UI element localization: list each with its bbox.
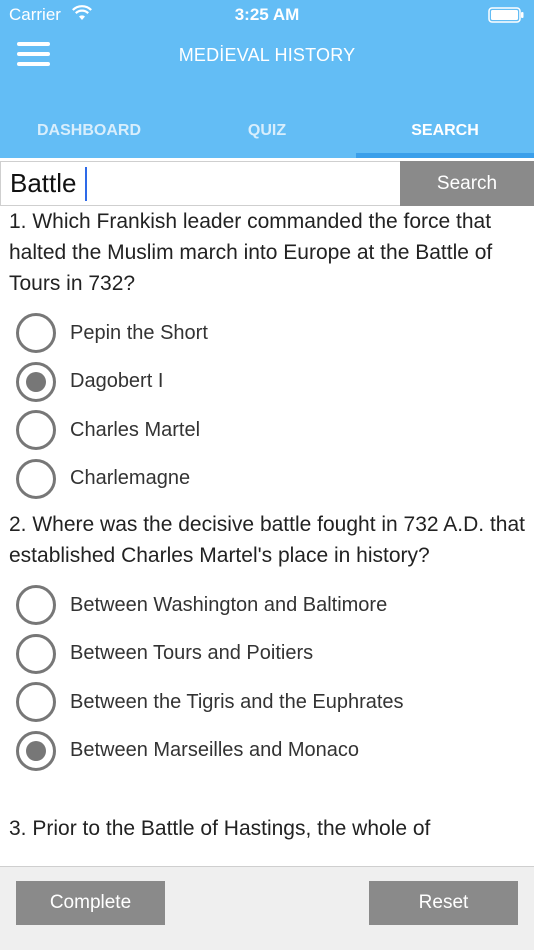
- answer-option[interactable]: Between Marseilles and Monaco: [9, 727, 526, 776]
- question-text: 1. Which Frankish leader commanded the f…: [9, 210, 493, 295]
- answer-options: Pepin the Short Dagobert I Charles Marte…: [9, 309, 526, 503]
- question-3: 3. Prior to the Battle of Hastings, the …: [0, 813, 534, 844]
- question-text: 3. Prior to the Battle of Hastings, the …: [9, 817, 431, 840]
- tab-dashboard[interactable]: DASHBOARD: [0, 108, 178, 158]
- answer-option[interactable]: Pepin the Short: [9, 309, 526, 358]
- option-label: Between the Tigris and the Euphrates: [70, 690, 404, 713]
- text-caret: [85, 167, 87, 201]
- radio-button-selected[interactable]: [16, 361, 56, 402]
- radio-button[interactable]: [16, 682, 56, 723]
- option-label: Between Marseilles and Monaco: [70, 739, 360, 762]
- answer-option[interactable]: Between the Tigris and the Euphrates: [9, 678, 526, 727]
- search-row: Search: [0, 161, 534, 206]
- search-input[interactable]: [0, 161, 400, 206]
- status-bar: Carrier 3:25 AM: [0, 0, 534, 30]
- tab-bar: DASHBOARD QUIZ SEARCH: [0, 108, 534, 158]
- search-button[interactable]: Search: [400, 161, 534, 206]
- answer-option[interactable]: Dagobert I: [9, 358, 526, 407]
- complete-button[interactable]: Complete: [16, 881, 165, 925]
- question-text: 2. Where was the decisive battle fought …: [9, 513, 525, 567]
- radio-button[interactable]: [16, 458, 56, 499]
- answer-option[interactable]: Between Washington and Baltimore: [9, 581, 526, 630]
- radio-button[interactable]: [16, 585, 56, 626]
- nav-bar: MEDİEVAL HISTORY: [0, 30, 534, 84]
- option-label: Between Tours and Poitiers: [70, 642, 314, 665]
- option-label: Dagobert I: [70, 370, 164, 393]
- battery-icon: [488, 7, 524, 23]
- radio-button[interactable]: [16, 410, 56, 451]
- bottom-action-bar: Complete Reset: [0, 866, 534, 950]
- radio-button-selected[interactable]: [16, 730, 56, 771]
- option-label: Charles Martel: [70, 418, 201, 441]
- radio-button[interactable]: [16, 633, 56, 674]
- answer-options: Between Washington and Baltimore Between…: [9, 581, 526, 775]
- option-label: Pepin the Short: [70, 321, 208, 344]
- answer-option[interactable]: Between Tours and Poitiers: [9, 630, 526, 679]
- status-time: 3:25 AM: [234, 5, 300, 24]
- answer-option[interactable]: Charles Martel: [9, 406, 526, 455]
- option-label: Between Washington and Baltimore: [70, 593, 388, 616]
- tab-quiz[interactable]: QUIZ: [178, 108, 356, 158]
- reset-button[interactable]: Reset: [369, 881, 518, 925]
- app-title: MEDİEVAL HISTORY: [178, 45, 356, 65]
- app-header: Carrier 3:25 AM MEDİEVAL HISTORY DASHBOA…: [0, 0, 534, 158]
- answer-option[interactable]: Charlemagne: [9, 455, 526, 504]
- results-list[interactable]: 1. Which Frankish leader commanded the f…: [0, 206, 534, 866]
- tab-search[interactable]: SEARCH: [356, 108, 534, 158]
- option-label: Charlemagne: [70, 467, 191, 490]
- radio-button[interactable]: [16, 313, 56, 354]
- question-2: 2. Where was the decisive battle fought …: [0, 509, 534, 813]
- question-1: 1. Which Frankish leader commanded the f…: [0, 206, 534, 509]
